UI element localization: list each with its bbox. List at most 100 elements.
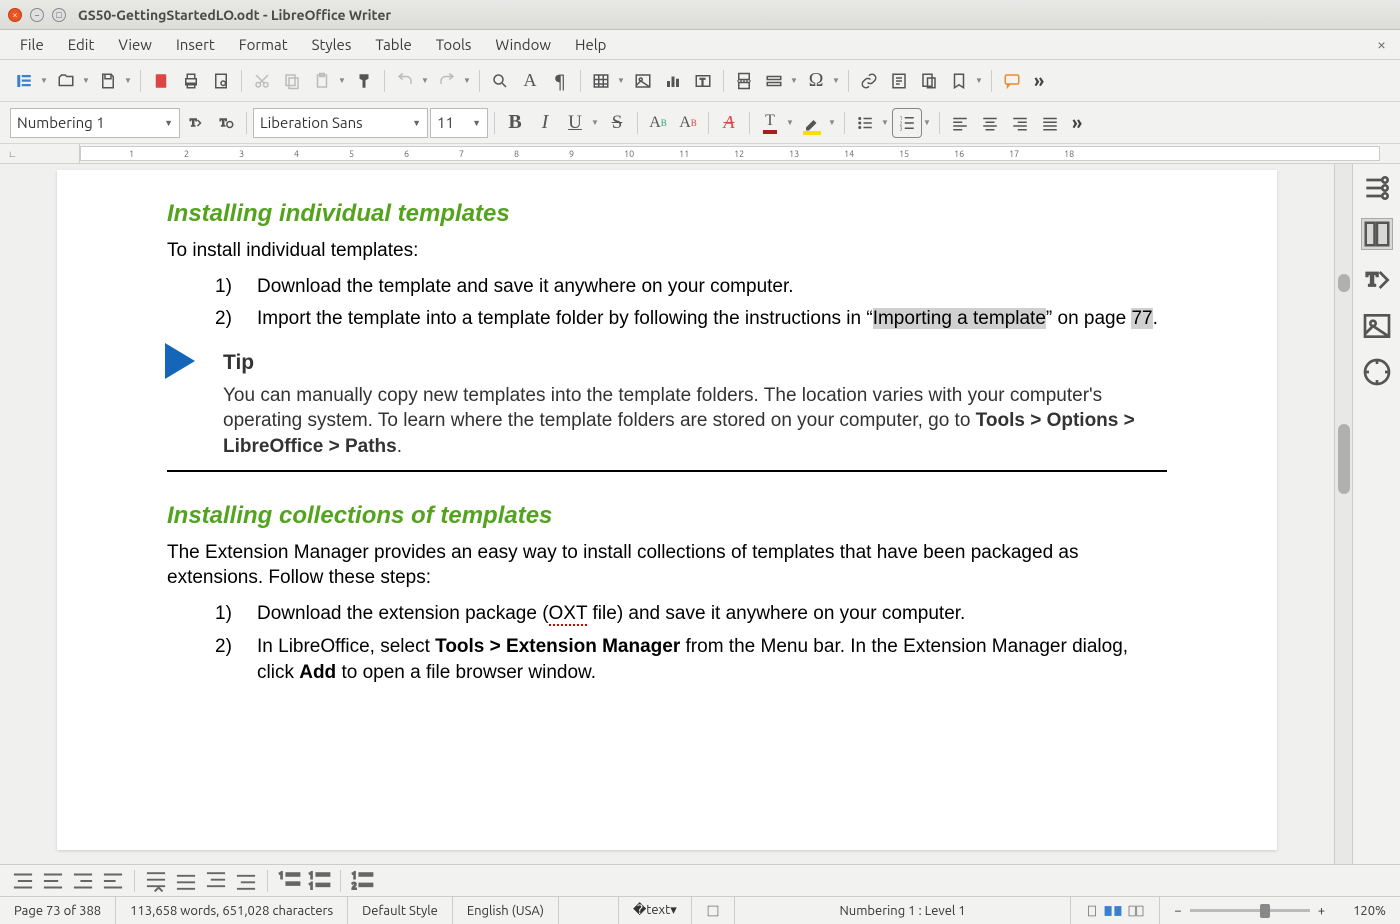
highlight-button[interactable] [798,109,826,137]
sidebar-properties-icon[interactable] [1361,218,1393,250]
endnote-button[interactable] [915,67,943,95]
status-page[interactable]: Page 73 of 388 [0,897,116,924]
page-break-button[interactable] [730,67,758,95]
font-color-button[interactable]: T [756,109,784,137]
menu-file[interactable]: File [8,32,56,57]
demote-sub-button[interactable] [70,870,96,892]
insert-field-button[interactable] [760,67,788,95]
export-pdf-button[interactable] [147,67,175,95]
sidebar-gallery-icon[interactable] [1361,310,1393,342]
print-button[interactable] [177,67,205,95]
vertical-scrollbar[interactable] [1334,164,1352,864]
new-style-button[interactable]: T [212,109,240,137]
insert-table-button[interactable] [587,67,615,95]
dropdown-arrow-icon[interactable]: ▼ [923,118,933,127]
special-char-button[interactable]: Ω [802,67,830,95]
insert-chart-button[interactable] [659,67,687,95]
book-view-icon[interactable] [1127,904,1145,918]
dropdown-arrow-icon[interactable]: ▼ [338,76,348,85]
page-reference[interactable]: 77 [1131,308,1152,329]
status-language[interactable]: English (USA) [453,897,559,924]
zoom-slider-track[interactable] [1190,909,1310,912]
close-document-icon[interactable]: × [1377,36,1386,54]
multi-page-icon[interactable] [1103,904,1123,918]
underline-button[interactable]: U [561,109,589,137]
dropdown-arrow-icon[interactable]: ▼ [832,76,842,85]
toolbar-overflow-button[interactable]: » [1028,71,1050,91]
align-center-button[interactable] [976,109,1004,137]
status-page-style[interactable]: Default Style [348,897,453,924]
move-up-button[interactable] [143,870,169,892]
status-zoom-percent[interactable]: 120% [1339,897,1400,924]
zoom-out-icon[interactable]: − [1174,904,1181,918]
paste-button[interactable] [308,67,336,95]
scrollbar-thumb[interactable] [1338,274,1350,292]
move-up-sub-button[interactable] [203,870,229,892]
bullet-list-button[interactable] [851,109,879,137]
status-list-level[interactable]: Numbering 1 : Level 1 [735,897,1072,924]
dropdown-arrow-icon[interactable]: ▼ [975,76,985,85]
status-signature[interactable] [692,897,735,924]
dropdown-arrow-icon[interactable]: ▼ [591,118,601,127]
formatting-marks-button[interactable]: ¶ [546,67,574,95]
restart-numbering-button[interactable]: 11 [306,870,332,892]
sidebar-navigator-icon[interactable] [1361,356,1393,388]
copy-button[interactable] [278,67,306,95]
paragraph-style-combo[interactable]: Numbering 1▼ [10,108,180,138]
clear-formatting-button[interactable]: A [715,109,743,137]
numbered-list-button[interactable]: 123 [893,109,921,137]
status-insert-mode[interactable] [559,897,619,924]
status-selection-mode[interactable]: �text⁠▾ [619,897,692,924]
save-button[interactable] [94,67,122,95]
move-down-button[interactable] [173,870,199,892]
menu-help[interactable]: Help [563,32,618,57]
align-right-button[interactable] [1006,109,1034,137]
ruler[interactable]: ∟ 1 2 3 4 5 6 7 8 9 10 11 12 13 14 15 16… [0,144,1400,164]
dropdown-arrow-icon[interactable]: ▼ [82,76,92,85]
promote-button[interactable] [40,870,66,892]
window-minimize-button[interactable]: − [30,8,44,22]
status-words[interactable]: 113,658 words, 651,028 characters [116,897,348,924]
window-maximize-button[interactable]: □ [52,8,66,22]
bullets-numbering-dialog-button[interactable]: 12 [349,870,375,892]
font-size-combo[interactable]: 11▼ [430,108,488,138]
menu-edit[interactable]: Edit [56,32,107,57]
document-page[interactable]: Installing individual templates To insta… [57,170,1277,850]
align-left-button[interactable] [946,109,974,137]
menu-tools[interactable]: Tools [424,32,484,57]
move-down-sub-button[interactable] [233,870,259,892]
strikethrough-button[interactable]: S [603,109,631,137]
demote-button[interactable] [10,870,36,892]
no-number-button[interactable]: 1 [276,870,302,892]
footnote-button[interactable] [885,67,913,95]
clone-formatting-button[interactable] [350,67,378,95]
comment-button[interactable] [998,67,1026,95]
cross-reference-link[interactable]: Importing a template [873,308,1046,329]
dropdown-arrow-icon[interactable]: ▼ [463,76,473,85]
menu-view[interactable]: View [106,32,164,57]
zoom-slider-handle[interactable] [1260,904,1270,918]
menu-table[interactable]: Table [363,32,423,57]
bookmark-button[interactable] [945,67,973,95]
menu-format[interactable]: Format [227,32,300,57]
align-justify-button[interactable] [1036,109,1064,137]
dropdown-arrow-icon[interactable]: ▼ [881,118,891,127]
dropdown-arrow-icon[interactable]: ▼ [40,76,50,85]
document-viewport[interactable]: Installing individual templates To insta… [0,164,1334,864]
undo-button[interactable] [391,67,419,95]
dropdown-arrow-icon[interactable]: ▼ [124,76,134,85]
open-button[interactable] [52,67,80,95]
subscript-button[interactable]: AB [674,109,702,137]
promote-sub-button[interactable] [100,870,126,892]
sidebar-styles-icon[interactable]: T [1361,264,1393,296]
italic-button[interactable]: I [531,109,559,137]
insert-textbox-button[interactable]: T [689,67,717,95]
toolbar-overflow-button[interactable]: » [1066,113,1088,133]
dropdown-arrow-icon[interactable]: ▼ [790,76,800,85]
redo-button[interactable] [433,67,461,95]
sidebar-toggle-button[interactable] [10,67,38,95]
bold-button[interactable]: B [501,109,529,137]
spellcheck-button[interactable]: A [516,67,544,95]
hyperlink-button[interactable] [855,67,883,95]
dropdown-arrow-icon[interactable]: ▼ [421,76,431,85]
